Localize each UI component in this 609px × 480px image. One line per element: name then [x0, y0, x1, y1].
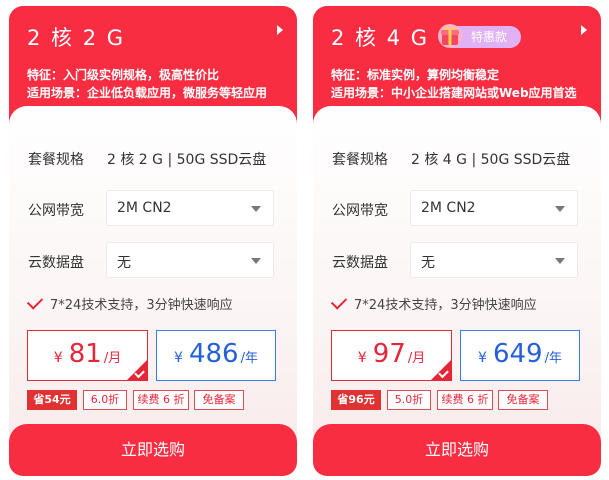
- buy-button[interactable]: 立即选购: [313, 424, 601, 476]
- plan-scenario: 适用场景：中小企业搭建网站或Web应用首选: [331, 86, 577, 100]
- plan-scenario: 适用场景：企业低负载应用，微服务等轻应用: [27, 86, 268, 100]
- spec-value: 2 核 2 G | 50G SSD云盘: [107, 152, 267, 168]
- plan-body: 套餐规格 2 核 4 G | 50G SSD云盘 公网带宽 2M CN2 云数据…: [313, 106, 601, 476]
- disk-select[interactable]: 无: [106, 242, 274, 278]
- caret-down-icon: [555, 206, 565, 212]
- discount-tag: 6.0折: [83, 390, 127, 410]
- yearly-unit: /年: [240, 351, 258, 366]
- plan-card-2c4g: 2 核 4 G 特惠款 特征：标准实例，算例均衡稳定 适用场景：中小企业搭建网站…: [313, 6, 601, 476]
- check-icon: [26, 293, 44, 310]
- monthly-price: 97: [372, 339, 406, 369]
- plan-card-2c2g: 2 核 2 G 特征：入门级实例规格，极高性价比 适用场景：企业低负载应用，微服…: [9, 6, 297, 476]
- support-text: 7*24技术支持，3分钟快速响应: [354, 298, 537, 313]
- chevron-right-icon[interactable]: [581, 25, 587, 35]
- caret-down-icon: [555, 258, 565, 264]
- yearly-price: 649: [492, 339, 543, 369]
- plan-title: 2 核 2 G: [27, 26, 126, 50]
- support-note: 7*24技术支持，3分钟快速响应: [330, 293, 537, 313]
- renew-tag: 续费 6 折: [437, 390, 493, 410]
- spec-value: 2 核 4 G | 50G SSD云盘: [411, 152, 571, 168]
- caret-down-icon: [251, 258, 261, 264]
- monthly-price-option[interactable]: ¥97/月: [331, 330, 452, 381]
- renew-tag: 续费 6 折: [133, 390, 189, 410]
- bandwidth-label: 公网带宽: [28, 203, 84, 219]
- plan-header: 2 核 2 G 特征：入门级实例规格，极高性价比 适用场景：企业低负载应用，微服…: [9, 6, 297, 106]
- plan-feature: 特征：入门级实例规格，极高性价比: [27, 68, 220, 82]
- promo-badge: 特惠款: [438, 24, 522, 48]
- chevron-right-icon[interactable]: [277, 25, 283, 35]
- monthly-price: 81: [68, 339, 102, 369]
- disk-label: 云数据盘: [332, 255, 388, 271]
- monthly-price-option[interactable]: ¥81/月: [27, 330, 148, 381]
- support-note: 7*24技术支持，3分钟快速响应: [26, 293, 233, 313]
- check-icon: [330, 293, 348, 310]
- yearly-price-option[interactable]: ¥486/年: [156, 330, 276, 381]
- save-tag: 省54元: [27, 390, 77, 410]
- plan-title: 2 核 4 G: [331, 26, 430, 50]
- gift-icon: [438, 24, 462, 48]
- buy-button[interactable]: 立即选购: [9, 424, 297, 476]
- monthly-unit: /月: [103, 351, 122, 366]
- spec-label: 套餐规格: [332, 152, 388, 168]
- filing-tag: 免备案: [194, 390, 244, 410]
- yearly-price: 486: [188, 339, 239, 369]
- bandwidth-select-value: 2M CN2: [117, 200, 172, 216]
- bandwidth-select[interactable]: 2M CN2: [106, 190, 274, 226]
- spec-label: 套餐规格: [28, 152, 84, 168]
- promo-badge-text: 特惠款: [471, 30, 508, 44]
- currency-symbol: ¥: [53, 350, 63, 366]
- yearly-price-option[interactable]: ¥649/年: [460, 330, 580, 381]
- yearly-unit: /年: [544, 351, 562, 366]
- bandwidth-select-value: 2M CN2: [421, 200, 476, 216]
- disk-label: 云数据盘: [28, 255, 84, 271]
- filing-tag: 免备案: [498, 390, 548, 410]
- plan-body: 套餐规格 2 核 2 G | 50G SSD云盘 公网带宽 2M CN2 云数据…: [9, 106, 297, 476]
- disk-select[interactable]: 无: [410, 242, 578, 278]
- currency-symbol: ¥: [174, 350, 183, 366]
- bandwidth-select[interactable]: 2M CN2: [410, 190, 578, 226]
- disk-select-value: 无: [117, 255, 131, 271]
- disk-select-value: 无: [421, 255, 435, 271]
- plan-feature: 特征：标准实例，算例均衡稳定: [331, 68, 500, 82]
- currency-symbol: ¥: [357, 350, 367, 366]
- support-text: 7*24技术支持，3分钟快速响应: [50, 298, 233, 313]
- monthly-unit: /月: [407, 351, 426, 366]
- bandwidth-label: 公网带宽: [332, 203, 388, 219]
- plan-header: 2 核 4 G 特惠款 特征：标准实例，算例均衡稳定 适用场景：中小企业搭建网站…: [313, 6, 601, 106]
- discount-tag: 5.0折: [387, 390, 431, 410]
- currency-symbol: ¥: [478, 350, 487, 366]
- save-tag: 省96元: [331, 390, 381, 410]
- caret-down-icon: [251, 206, 261, 212]
